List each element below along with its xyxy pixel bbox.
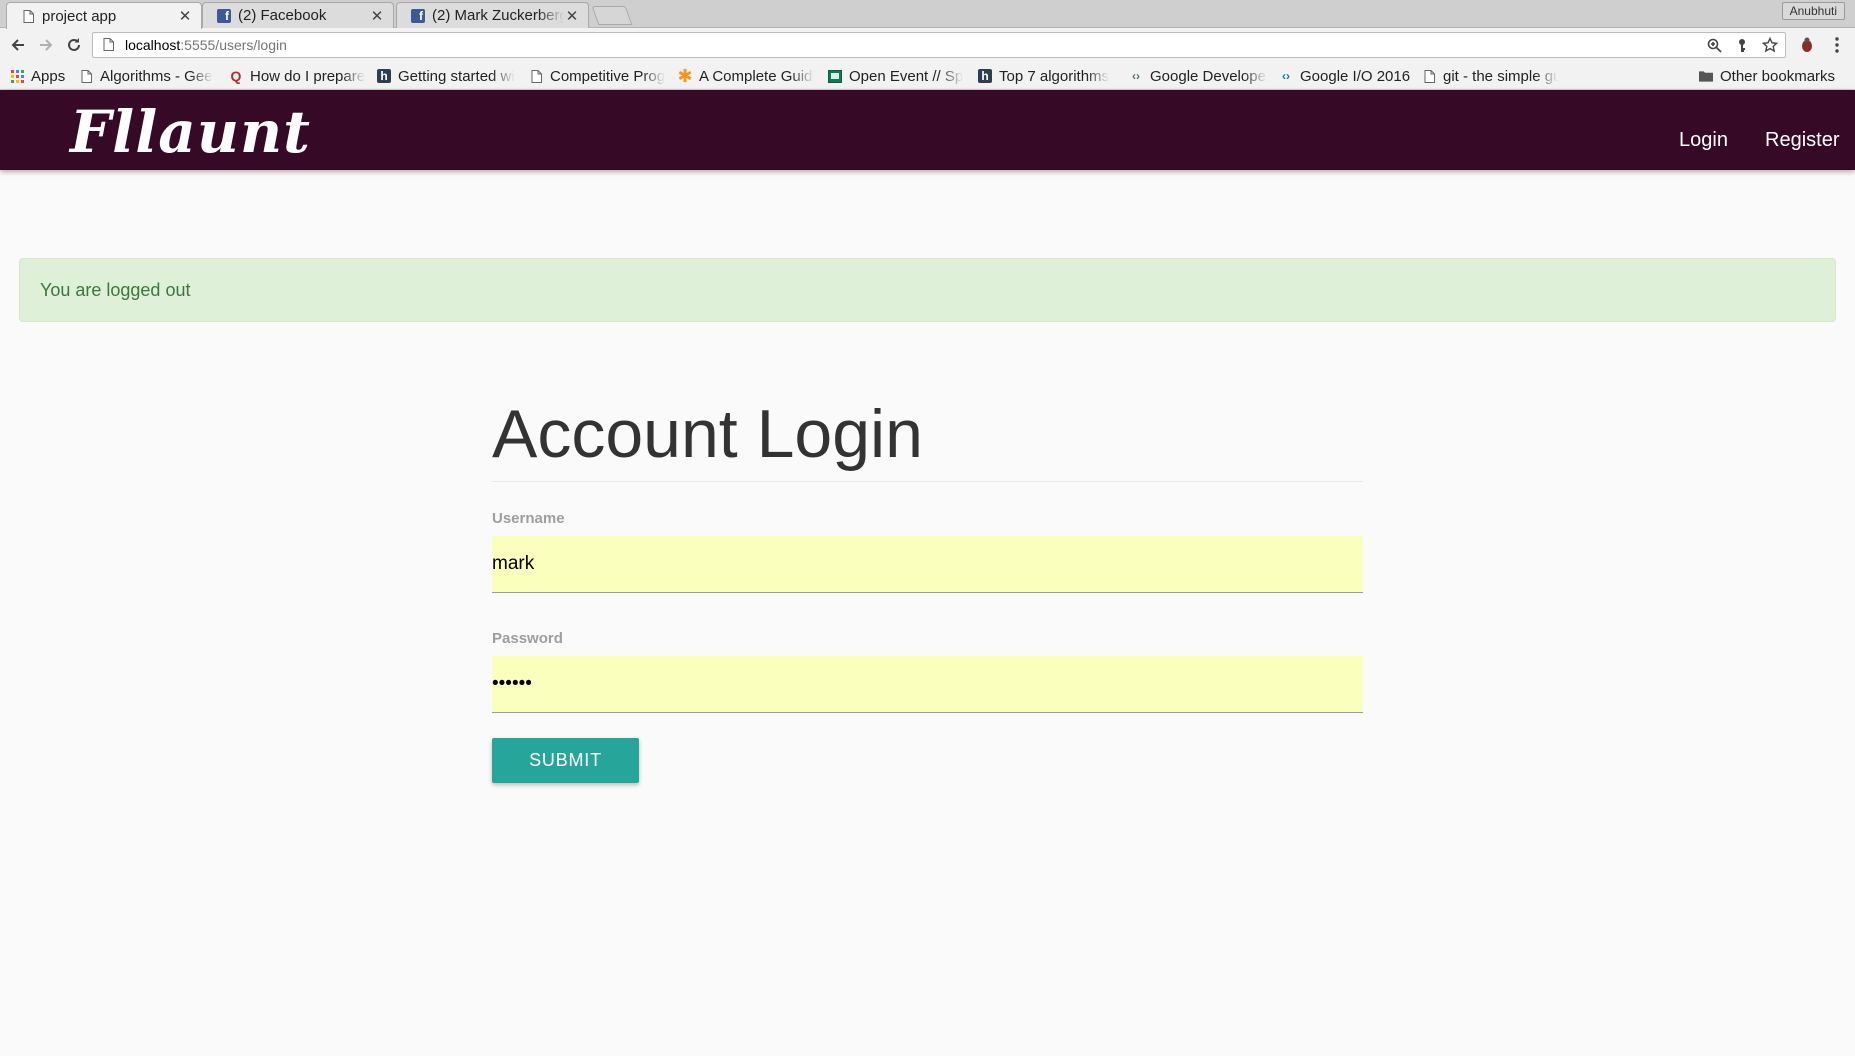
flash-message: You are logged out [19,258,1836,322]
open-event-icon [828,69,842,83]
url-path: :5555/users/login [180,37,287,53]
username-label: Username [492,510,565,527]
back-button[interactable] [7,34,29,56]
bookmark-complete-guide[interactable]: ✱ A Complete Guide [678,66,814,86]
brand-logo[interactable]: Fllaunt [70,98,311,166]
code-icon: ‹› [1282,69,1290,83]
extension-icon[interactable] [1799,37,1815,53]
submit-button[interactable]: SUBMIT [492,738,639,783]
nav-login-link[interactable]: Login [1679,129,1728,152]
bookmarks-bar: Apps Algorithms - GeeksforGeeks Q How do… [0,62,1855,90]
tab-project-app[interactable]: project app ✕ [6,2,202,29]
password-input[interactable] [492,656,1363,713]
browser-toolbar: localhost:5555/users/login [0,28,1855,62]
bookmark-algorithms[interactable]: Algorithms - GeeksforGeeks [79,66,213,86]
close-icon[interactable]: ✕ [564,7,580,25]
menu-icon[interactable] [1829,37,1845,53]
address-bar[interactable]: localhost:5555/users/login [92,32,1786,58]
bookmark-open-event[interactable]: Open Event // Sp [828,66,965,86]
bookmark-getting-started[interactable]: h Getting started with [377,66,515,86]
arrow-left-icon [11,39,24,51]
page-icon [529,69,543,83]
facebook-icon: f [411,8,425,23]
flash-text: You are logged out [40,279,191,300]
folder-icon [1699,69,1713,83]
password-label: Password [492,630,563,647]
bookmark-google-developers[interactable]: ‹› Google Developers [1129,66,1267,86]
page-icon [21,9,35,23]
arrow-right-icon [40,39,53,51]
bookmark-google-io-2016[interactable]: ‹› Google I/O 2016 [1279,66,1411,86]
tab-title: (2) Facebook [238,7,327,24]
zoom-icon[interactable] [1705,36,1723,54]
new-tab-button[interactable] [591,6,633,25]
tab-title: project app [42,7,117,25]
apps-grid-icon [10,69,24,83]
page-icon [1422,69,1436,83]
page-title: Account Login [492,390,1363,482]
page-icon [103,38,115,52]
page-icon [79,69,93,83]
profile-badge[interactable]: Anubhuti [1781,2,1845,20]
close-icon[interactable]: ✕ [177,7,193,25]
bookmark-top-7-algorithms[interactable]: h Top 7 algorithms [978,66,1114,86]
hackerrank-icon: h [978,69,992,83]
bookmark-apps[interactable]: Apps [10,66,72,86]
other-bookmarks[interactable]: Other bookmarks [1699,66,1847,86]
bookmark-competitive-programming[interactable]: Competitive Programming [529,66,665,86]
reload-button[interactable] [63,34,85,56]
site-navbar: Fllaunt Login Register [0,90,1855,170]
nav-register-link[interactable]: Register [1765,129,1839,152]
tab-title: (2) Mark Zuckerberg [432,7,564,24]
facebook-icon: f [217,8,231,23]
username-input[interactable] [492,536,1363,593]
browser-tab-strip: project app ✕ f (2) Facebook ✕ f (2) Mar… [0,0,1855,29]
star-icon[interactable] [1761,36,1779,54]
key-icon[interactable] [1733,36,1751,54]
url-host: localhost [125,37,181,53]
tab-facebook[interactable]: f (2) Facebook ✕ [202,2,394,28]
asterisk-icon: ✱ [678,66,693,86]
bookmark-quora[interactable]: Q How do I prepare [229,66,367,86]
code-icon: ‹› [1132,69,1140,83]
hackerrank-icon: h [377,69,391,83]
close-icon[interactable]: ✕ [369,7,385,25]
tab-mark-zuckerberg[interactable]: f (2) Mark Zuckerberg ✕ [396,2,589,28]
quora-icon: Q [230,68,242,84]
bookmark-git-simple-guide[interactable]: git - the simple guide [1422,66,1558,86]
reload-icon [68,38,80,51]
forward-button[interactable] [35,34,57,56]
login-form: Account Login Username Password SUBMIT [492,390,1363,783]
